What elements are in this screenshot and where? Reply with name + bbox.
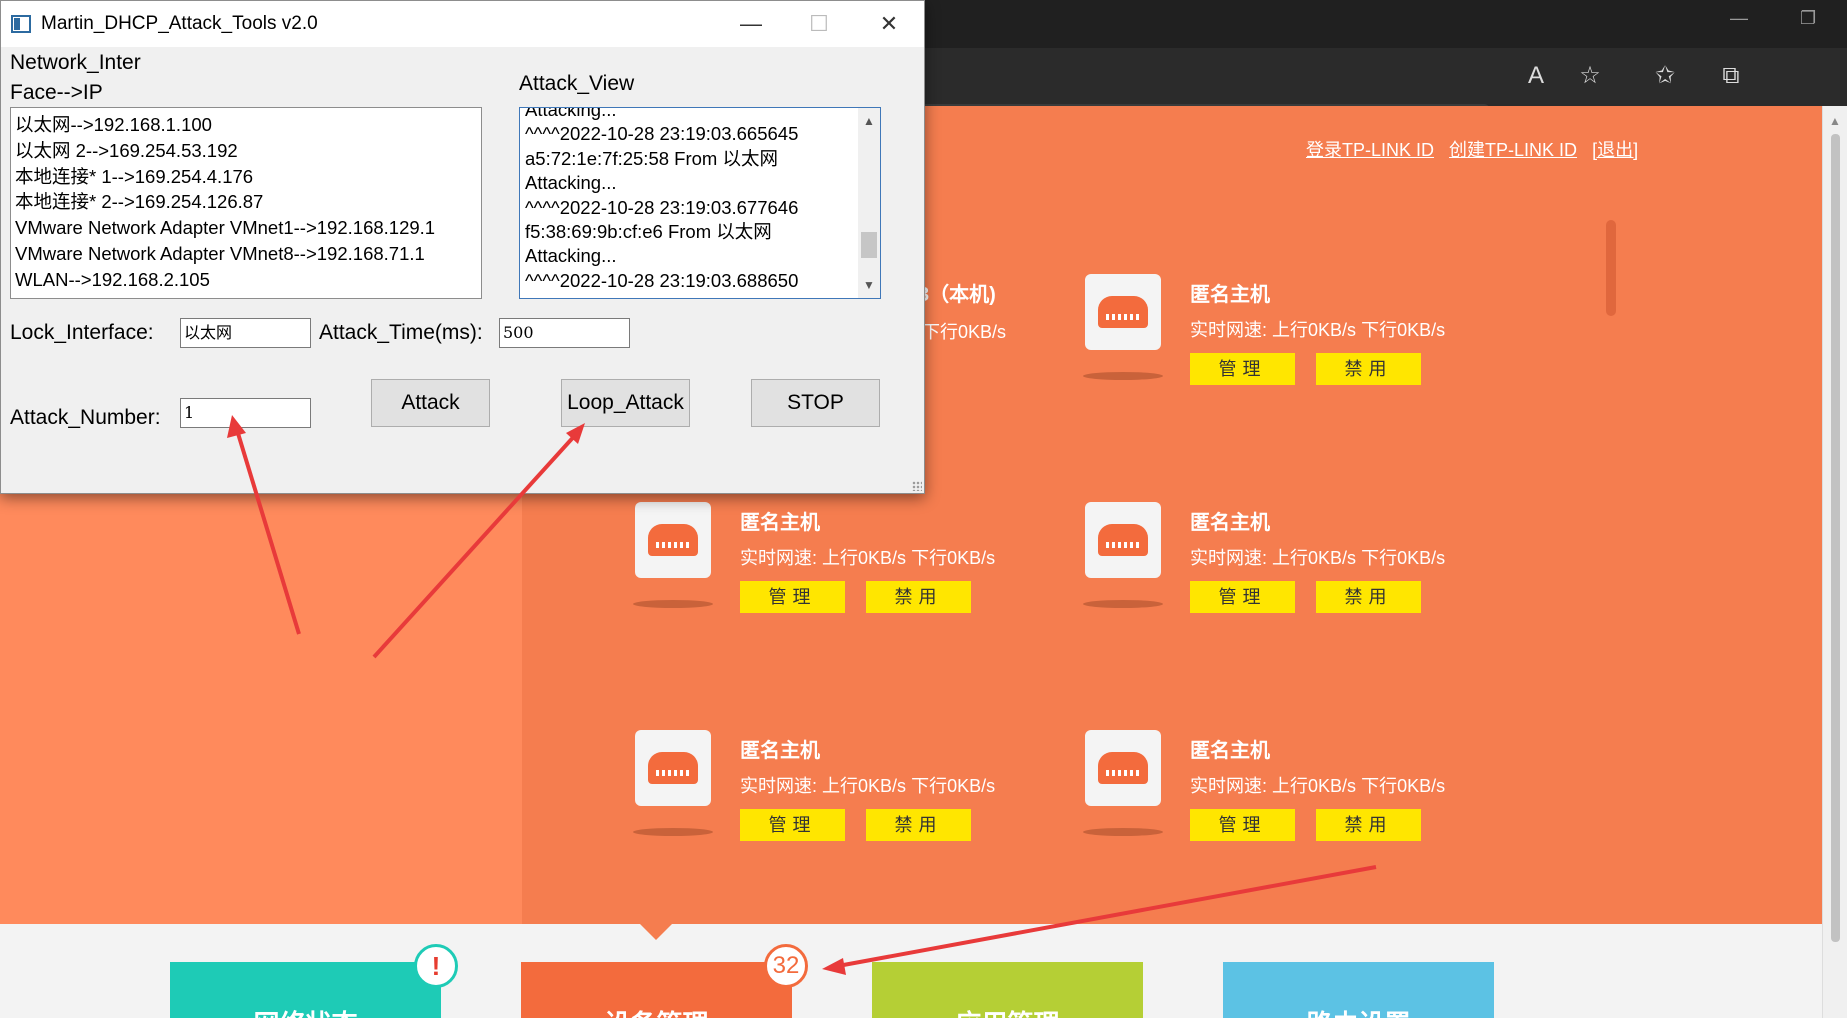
page-scrollbar[interactable]: ▲ — [1822, 106, 1847, 1018]
log-line: ^^^^2022-10-28 23:19:03.665645 — [525, 123, 799, 145]
window-title: Martin_DHCP_Attack_Tools v2.0 — [41, 13, 318, 34]
create-tplink-link[interactable]: 创建TP-LINK ID — [1449, 140, 1577, 160]
log-line: f5:38:69:9b:cf:e6 From 以太网 — [525, 221, 772, 243]
log-line: a5:72:1e:7f:25:58 From 以太网 — [525, 147, 778, 169]
host-speed: 实时网速: 上行0KB/s 下行0KB/s — [1190, 548, 1446, 568]
minimize-button[interactable]: — — [731, 9, 771, 39]
host-name: 匿名主机 — [740, 512, 820, 534]
stop-button[interactable]: STOP — [751, 379, 880, 427]
icon-shadow — [633, 828, 713, 836]
close-button[interactable]: ✕ — [869, 9, 909, 39]
scroll-up-icon[interactable]: ▲ — [863, 114, 875, 128]
log-line: Attacking... — [525, 107, 617, 120]
host-speed: 实时网速: 上行0KB/s 下行0KB/s — [1190, 776, 1446, 796]
log-line: Attacking... — [525, 172, 617, 194]
interface-list[interactable]: 以太网-->192.168.1.100 以太网 2-->169.254.53.1… — [10, 107, 482, 299]
log-line: Attacking... — [525, 245, 617, 267]
maximize-button[interactable]: ☐ — [799, 9, 839, 39]
resize-grip[interactable] — [912, 481, 922, 491]
icon-shadow — [1083, 600, 1163, 608]
attack-number-field[interactable]: 1 — [180, 398, 311, 428]
tab-router-settings[interactable]: 路由设置 — [1223, 962, 1494, 1018]
host-speed: 实时网速: 上行0KB/s 下行0KB/s — [1190, 320, 1446, 340]
lock-interface-label: Lock_Interface: — [10, 321, 154, 344]
manage-button[interactable]: 管理 — [1190, 581, 1295, 613]
host-name: 匿名主机 — [1190, 512, 1270, 534]
list-item[interactable]: VMware Network Adapter VMnet8-->192.168.… — [15, 241, 477, 267]
attack-time-label: Attack_Time(ms): — [319, 321, 483, 344]
attack-view-label: Attack_View — [519, 72, 635, 95]
manage-button[interactable]: 管理 — [740, 809, 845, 841]
read-aloud-icon[interactable]: A — [1518, 58, 1554, 94]
device-count-badge: 32 — [764, 944, 808, 988]
manage-button[interactable]: 管理 — [1190, 353, 1295, 385]
router-icon — [1085, 730, 1161, 806]
tab-app-management[interactable]: 应用管理 — [872, 962, 1143, 1018]
browser-restore-icon[interactable]: ❐ — [1800, 8, 1816, 29]
panel-scroll-thumb[interactable] — [1606, 220, 1616, 316]
login-tplink-link[interactable]: 登录TP-LINK ID — [1306, 140, 1434, 160]
disable-button[interactable]: 禁用 — [1316, 809, 1421, 841]
alert-badge: ! — [414, 944, 458, 988]
router-icon — [1085, 502, 1161, 578]
collections-icon[interactable]: ⧉ — [1713, 58, 1749, 94]
disable-button[interactable]: 禁用 — [1316, 581, 1421, 613]
window-title-bar: Martin_DHCP_Attack_Tools v2.0 — ☐ ✕ — [1, 1, 924, 47]
attack-number-label: Attack_Number: — [10, 406, 161, 429]
router-icon — [1085, 274, 1161, 350]
list-item[interactable]: 以太网-->192.168.1.100 — [15, 112, 477, 138]
loop-attack-button[interactable]: Loop_Attack — [561, 379, 690, 427]
log-line: ^^^^2022-10-28 23:19:03.688650 — [525, 269, 799, 291]
icon-shadow — [1083, 372, 1163, 380]
list-item[interactable]: 以太网 2-->169.254.53.192 — [15, 138, 477, 164]
log-scroll-thumb[interactable] — [861, 232, 877, 258]
host-name: 匿名主机 — [1190, 740, 1270, 762]
manage-button[interactable]: 管理 — [740, 581, 845, 613]
account-links: 登录TP-LINK ID 创建TP-LINK ID [退出] — [1306, 136, 1648, 162]
attack-tool-window: Martin_DHCP_Attack_Tools v2.0 — ☐ ✕ Netw… — [0, 0, 925, 494]
favorites-icon[interactable]: ✩ — [1647, 58, 1683, 94]
logout-link[interactable]: [退出] — [1592, 140, 1638, 160]
log-line: ^^^^2022-10-28 23:19:03.677646 — [525, 196, 799, 218]
scroll-down-icon[interactable]: ▼ — [863, 278, 875, 292]
list-item[interactable]: 本地连接* 2-->169.254.126.87 — [15, 189, 477, 215]
manage-button[interactable]: 管理 — [1190, 809, 1295, 841]
network-interface-label-2: Face-->IP — [10, 81, 103, 104]
lock-interface-field[interactable]: 以太网 — [180, 318, 311, 348]
host-speed-download: 下行0KB/s — [922, 322, 1007, 342]
icon-shadow — [633, 600, 713, 608]
router-icon — [635, 502, 711, 578]
attack-button[interactable]: Attack — [371, 379, 490, 427]
icon-shadow — [1083, 828, 1163, 836]
router-icon — [635, 730, 711, 806]
host-speed: 实时网速: 上行0KB/s 下行0KB/s — [740, 548, 996, 568]
active-tab-pointer — [640, 924, 672, 940]
tab-device-management[interactable]: 设备管理 — [521, 962, 792, 1018]
disable-button[interactable]: 禁用 — [866, 809, 971, 841]
host-name: 匿名主机 — [1190, 284, 1270, 306]
list-item[interactable]: WLAN-->192.168.2.105 — [15, 267, 477, 293]
disable-button[interactable]: 禁用 — [1316, 353, 1421, 385]
disable-button[interactable]: 禁用 — [866, 581, 971, 613]
tab-network-status[interactable]: 网络状态 — [170, 962, 441, 1018]
host-name: 匿名主机 — [740, 740, 820, 762]
list-item[interactable]: VMware Network Adapter VMnet1-->192.168.… — [15, 215, 477, 241]
network-interface-label: Network_Inter — [10, 51, 141, 74]
list-item[interactable]: 本地连接* 1-->169.254.4.176 — [15, 164, 477, 190]
attack-view-log[interactable]: Attacking... ^^^^2022-10-28 23:19:03.665… — [519, 107, 881, 299]
log-scrollbar[interactable]: ▲ ▼ — [858, 108, 880, 298]
scroll-up-icon[interactable]: ▲ — [1829, 114, 1841, 128]
attack-time-field[interactable]: 500 — [499, 318, 630, 348]
host-name: 3（本机) — [918, 284, 996, 306]
page-scroll-thumb[interactable] — [1831, 134, 1840, 942]
window-icon — [11, 15, 31, 33]
add-favorite-icon[interactable]: ☆ — [1572, 58, 1608, 94]
host-speed: 实时网速: 上行0KB/s 下行0KB/s — [740, 776, 996, 796]
browser-minimize-icon[interactable]: — — [1730, 8, 1748, 29]
